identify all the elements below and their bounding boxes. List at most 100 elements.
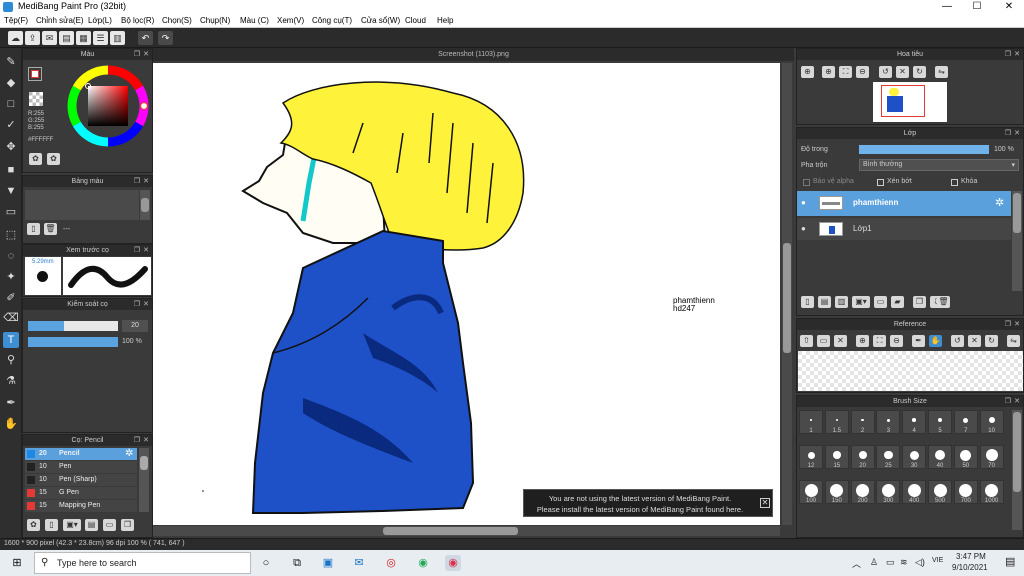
brush-list-item[interactable]: 15 G Pen [25, 487, 137, 499]
panel-close-icon[interactable]: ✕ [1014, 128, 1020, 139]
panel-undock-icon[interactable]: ❐ [134, 245, 140, 256]
close-reference-icon[interactable]: ✕ [834, 335, 847, 347]
lasso-tool-icon[interactable]: ◌ [3, 248, 19, 264]
tray-time[interactable]: 3:47 PM [956, 552, 986, 561]
alpha-protect-checkbox[interactable] [803, 179, 810, 186]
panel-undock-icon[interactable]: ❐ [134, 49, 140, 60]
dropper-tool-icon[interactable]: ✒ [3, 395, 19, 411]
brush-size-cell[interactable]: 50 [953, 445, 978, 469]
select-eraser-tool-icon[interactable]: ⌫ [3, 310, 19, 326]
palette-delete-icon[interactable]: 🗑 [44, 223, 57, 235]
blend-mode-select[interactable]: Bình thường ▾ [859, 159, 1019, 171]
new-layer-icon[interactable]: ▯ [801, 296, 814, 308]
drawing-canvas[interactable]: phamthienn hd247 [153, 63, 780, 525]
flip-icon[interactable]: ⇋ [1007, 335, 1020, 347]
select-pen-tool-icon[interactable]: ✐ [3, 290, 19, 306]
text-tool-icon[interactable]: T [3, 332, 19, 348]
layer-row-selected[interactable]: ● phamthienn ✲ [797, 191, 1011, 216]
brush-copy-icon[interactable]: ▤ [85, 519, 98, 531]
taskbar-search-box[interactable]: ⚲ Type here to search [34, 552, 251, 574]
brush-list-item[interactable]: 20 Pencil ✲ [25, 448, 137, 460]
palette-add-icon[interactable]: ✿ [29, 153, 42, 165]
maximize-button[interactable]: ☐ [962, 0, 992, 14]
mail-icon[interactable]: ✉ [351, 555, 367, 571]
brush-list-item[interactable]: 10 Pen [25, 461, 137, 473]
zoom-out-icon[interactable]: ⊖ [890, 335, 903, 347]
brush-window-icon[interactable]: ❐ [121, 519, 134, 531]
new-halftone-layer-icon[interactable]: ▤ [818, 296, 831, 308]
fit-icon[interactable]: ⛶ [873, 335, 886, 347]
menu-view[interactable]: Xem(V) [277, 16, 304, 25]
panel-list-icon[interactable]: ☰ [93, 31, 108, 45]
task-view-icon[interactable]: ⧉ [289, 555, 305, 571]
rotate-left-icon[interactable]: ↺ [879, 66, 892, 78]
menu-cloud[interactable]: Cloud [405, 16, 426, 25]
gear-icon[interactable]: ✲ [995, 196, 1004, 209]
panel-undock-icon[interactable]: ❐ [1005, 49, 1011, 60]
menu-color[interactable]: Màu (C) [240, 16, 269, 25]
brush-size-cell[interactable]: 150 [824, 480, 849, 504]
brush-settings-icon[interactable]: ▭ [103, 519, 116, 531]
cortana-icon[interactable]: ○ [258, 555, 274, 571]
store-icon[interactable]: ▣ [320, 555, 336, 571]
reset-icon[interactable]: ✕ [968, 335, 981, 347]
brush-size-cell[interactable]: 25 [876, 445, 901, 469]
hand-icon[interactable]: ✋ [929, 335, 942, 347]
new-8bit-layer-icon[interactable]: ▥ [835, 296, 848, 308]
fit-icon[interactable]: ⛶ [839, 66, 852, 78]
navigator-thumbnail[interactable] [873, 82, 947, 122]
menu-filter[interactable]: Bộ lọc(R) [121, 16, 154, 25]
update-notification[interactable]: You are not using the latest version of … [523, 489, 773, 517]
panel-undock-icon[interactable]: ❐ [1005, 128, 1011, 139]
chat-icon[interactable]: ▤ [59, 31, 74, 45]
brush-size-cell[interactable]: 100 [799, 480, 823, 504]
duplicate-layer-icon[interactable]: ❐ [913, 296, 926, 308]
zoom-in-alt-icon[interactable]: ⊕ [822, 66, 835, 78]
brush-size-cell[interactable]: 1000 [979, 480, 1004, 504]
panel-undock-icon[interactable]: ❐ [134, 435, 140, 446]
canvas-horizontal-scrollbar[interactable] [153, 526, 780, 536]
brush-size-scrollbar[interactable] [1012, 410, 1022, 530]
palette-scrollbar[interactable] [140, 190, 150, 220]
notification-close-icon[interactable]: ✕ [760, 498, 770, 508]
upload-icon[interactable]: ⇪ [25, 31, 40, 45]
open-folder-icon[interactable]: ▭ [817, 335, 830, 347]
lock-checkbox[interactable] [951, 179, 958, 186]
brush-new-icon[interactable]: ▯ [45, 519, 58, 531]
zoom-out-icon[interactable]: ⊖ [856, 66, 869, 78]
tray-network-icon[interactable]: ▭ [886, 557, 895, 568]
gradient-tool-icon[interactable]: ▭ [3, 204, 19, 220]
brush-size-cell[interactable]: 1.5 [824, 410, 849, 434]
brush-list-scrollbar[interactable] [139, 448, 149, 512]
brush-size-slider[interactable] [28, 321, 118, 331]
layer-opacity-slider[interactable] [859, 145, 989, 154]
panel-close-icon[interactable]: ✕ [1014, 319, 1020, 330]
brush-size-value[interactable]: 20 [122, 320, 148, 332]
menu-layer[interactable]: Lớp(L) [88, 16, 112, 25]
layer-menu-icon[interactable]: ▣▾ [852, 296, 870, 308]
brush-size-cell[interactable]: 15 [824, 445, 849, 469]
rotate-right-icon[interactable]: ↻ [985, 335, 998, 347]
move-tool-icon[interactable]: ✥ [3, 139, 19, 155]
brush-size-cell[interactable]: 10 [979, 410, 1004, 434]
brush-size-cell[interactable]: 700 [953, 480, 978, 504]
menu-help[interactable]: Help [437, 16, 453, 25]
panel-close-icon[interactable]: ✕ [143, 435, 149, 446]
visibility-eye-icon[interactable]: ● [801, 198, 806, 207]
brush-tool-icon[interactable]: ✎ [3, 54, 19, 70]
folder-icon[interactable]: ▰ [891, 296, 904, 308]
panel-close-icon[interactable]: ✕ [1014, 396, 1020, 407]
rect-select-tool-icon[interactable]: □ [3, 96, 19, 112]
eyedropper-icon[interactable]: ✒ [912, 335, 925, 347]
brush-list-item[interactable]: 15 Mapping Pen [25, 500, 137, 512]
panel-undock-icon[interactable]: ❐ [134, 299, 140, 310]
panel-grid-icon[interactable]: ▥ [110, 31, 125, 45]
panel-close-icon[interactable]: ✕ [143, 245, 149, 256]
brush-size-cell[interactable]: 40 [928, 445, 952, 469]
menu-window[interactable]: Cửa sổ(W) [361, 16, 400, 25]
notification-center-icon[interactable]: ▤ [1005, 555, 1015, 568]
primary-color-swatch[interactable] [28, 67, 42, 81]
brush-size-cell[interactable]: 20 [850, 445, 875, 469]
panel-layout-icon[interactable]: ▦ [76, 31, 91, 45]
reference-image-area[interactable] [798, 351, 1023, 391]
